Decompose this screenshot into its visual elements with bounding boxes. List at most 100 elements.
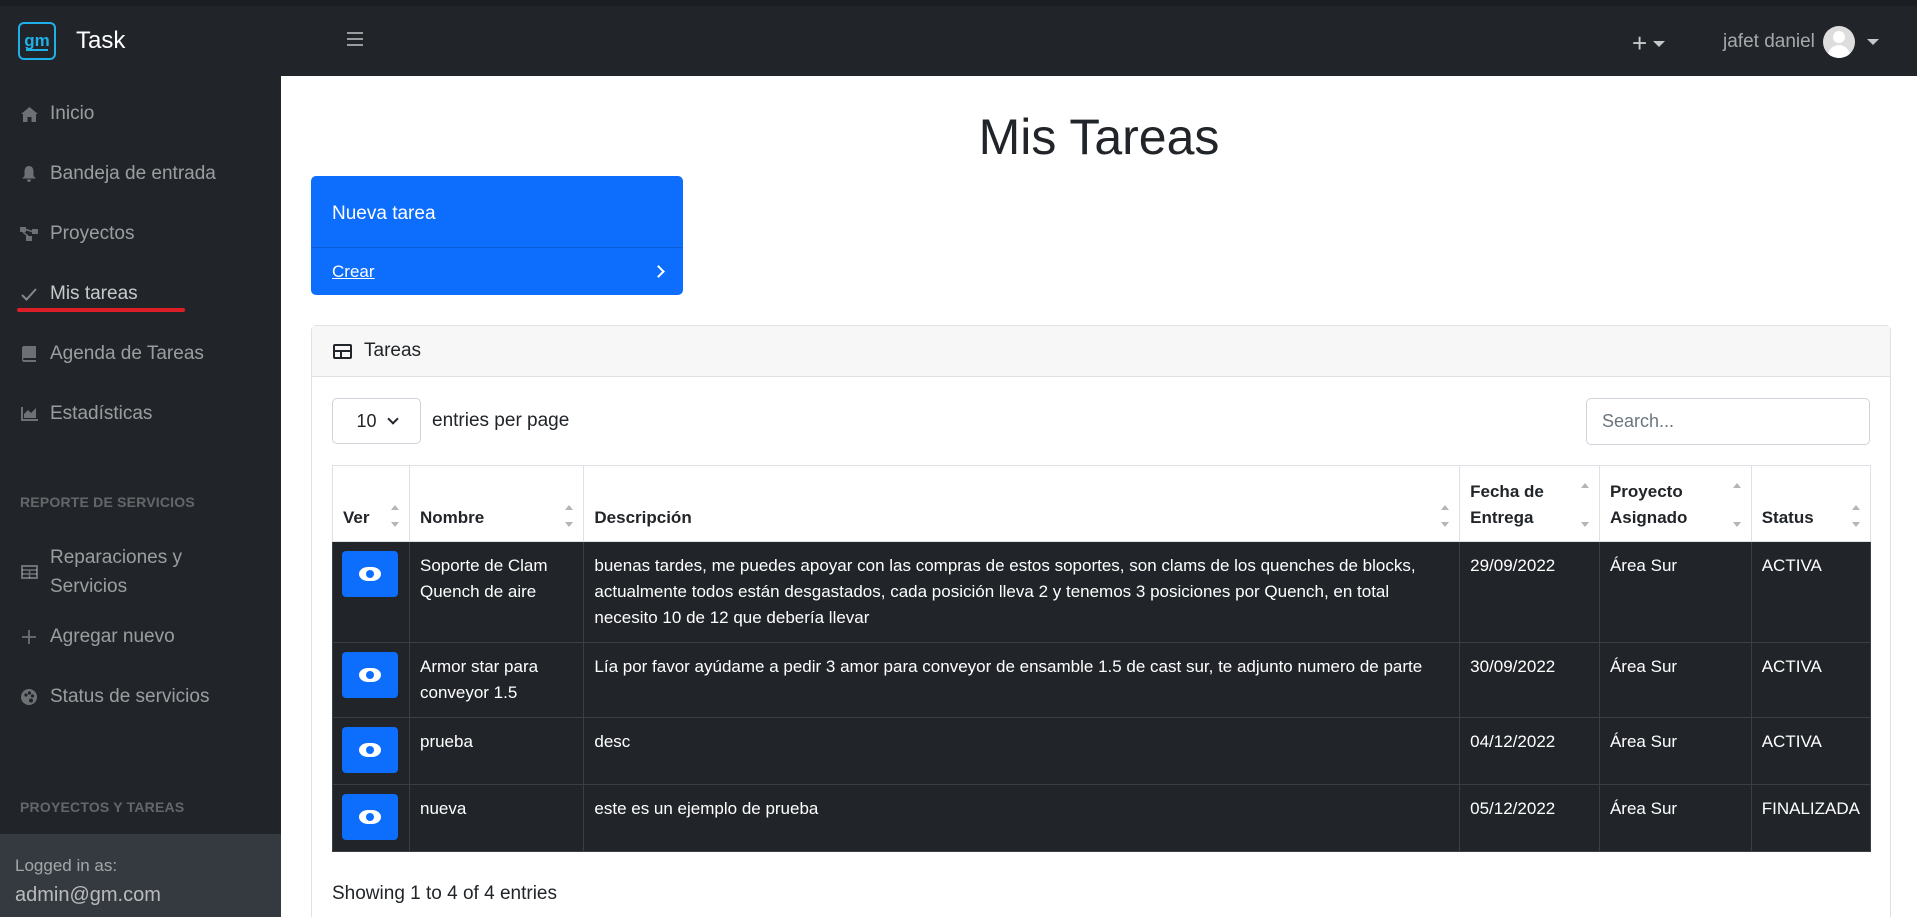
new-task-card: Nueva tarea Crear: [311, 176, 683, 295]
column-header-descripcion[interactable]: Descripción: [583, 465, 1461, 542]
top-navbar: + jafet daniel: [281, 6, 1917, 76]
eye-icon: [359, 668, 381, 682]
proyecto-cell: Área Sur: [1598, 784, 1752, 852]
descripcion-cell: buenas tardes, me puedes apoyar con las …: [583, 541, 1461, 643]
nombre-cell: Armor star para conveyor 1.5: [408, 642, 585, 718]
eye-icon: [359, 743, 381, 757]
status-cell: ACTIVA: [1750, 541, 1872, 643]
chevron-down-icon: [1653, 40, 1666, 47]
user-dropdown[interactable]: jafet daniel: [1723, 26, 1879, 58]
sort-icon: [1441, 505, 1450, 527]
sidebar-item-label: Inicio: [50, 103, 95, 124]
table-row: nueva este es un ejemplo de prueba 05/12…: [332, 784, 1872, 852]
sidebar-item-agregar-nuevo[interactable]: Agregar nuevo: [0, 607, 281, 667]
tasks-table: Ver Nombre Descripción Fecha de Entrega …: [332, 465, 1872, 852]
view-cell: [332, 717, 410, 785]
descripcion-cell: desc: [583, 717, 1461, 785]
view-cell: [332, 541, 410, 643]
sidebar-item-label: Proyectos: [50, 223, 135, 244]
column-header-fecha[interactable]: Fecha de Entrega: [1459, 465, 1600, 542]
logged-in-email: admin@gm.com: [15, 884, 161, 906]
chevron-right-icon: [652, 265, 665, 278]
view-cell: [332, 642, 410, 718]
chevron-down-icon: [386, 412, 399, 425]
view-cell: [332, 784, 410, 852]
view-button[interactable]: [342, 727, 398, 773]
column-label: Nombre: [419, 508, 485, 527]
add-dropdown[interactable]: +: [1632, 28, 1666, 59]
sort-icon: [565, 505, 574, 527]
logged-in-label: Logged in as:: [15, 856, 118, 875]
sidebar-footer: Logged in as: admin@gm.com: [0, 834, 281, 917]
sort-icon: [1580, 483, 1589, 527]
eye-icon: [359, 567, 381, 581]
column-header-ver[interactable]: Ver: [332, 465, 410, 542]
active-underline: [17, 308, 185, 312]
table-row: prueba desc 04/12/2022 Área Sur ACTIVA: [332, 717, 1872, 785]
entries-value: 10: [356, 410, 377, 431]
sidebar-item-mis-tareas[interactable]: Mis tareas: [0, 264, 281, 324]
view-button[interactable]: [342, 652, 398, 698]
sidebar-item-label: Bandeja de entrada: [50, 163, 216, 184]
brand[interactable]: gm Task: [0, 6, 281, 76]
table-row: Soporte de Clam Quench de aire buenas ta…: [332, 541, 1872, 643]
proyecto-cell: Área Sur: [1598, 717, 1752, 785]
fecha-cell: 30/09/2022: [1459, 642, 1600, 718]
column-label: Status: [1761, 508, 1814, 527]
search-input[interactable]: [1586, 398, 1870, 445]
sort-icon: [390, 505, 399, 527]
create-link[interactable]: Crear: [332, 262, 375, 282]
nav-heading-proyectos: PROYECTOS Y TAREAS: [20, 799, 185, 815]
sidebar-item-bandeja[interactable]: Bandeja de entrada: [0, 144, 281, 204]
sidebar-item-proyectos[interactable]: Proyectos: [0, 204, 281, 264]
nombre-cell: nueva: [408, 784, 585, 852]
entries-per-page: 10 entries per page: [332, 398, 569, 444]
view-button[interactable]: [342, 551, 398, 597]
column-label: Ver: [343, 508, 370, 527]
nombre-cell: prueba: [408, 717, 585, 785]
sidebar-item-status-servicios[interactable]: Status de servicios: [0, 667, 281, 727]
sidebar: gm Task Inicio Bandeja de entrada Proyec…: [0, 6, 281, 917]
sidebar-item-agenda[interactable]: Agenda de Tareas: [0, 324, 281, 384]
sort-icon: [1852, 505, 1860, 527]
sidebar-item-label: Estadísticas: [50, 403, 153, 424]
user-name: jafet daniel: [1723, 31, 1815, 52]
sidebar-item-estadisticas[interactable]: Estadísticas: [0, 384, 281, 444]
status-cell: ACTIVA: [1750, 642, 1872, 718]
sidebar-item-label: Status de servicios: [50, 686, 210, 707]
view-button[interactable]: [342, 794, 398, 840]
bell-icon: [20, 166, 38, 182]
column-header-nombre[interactable]: Nombre: [408, 465, 585, 542]
column-header-status[interactable]: Status: [1750, 465, 1872, 542]
column-label: Fecha de Entrega: [1470, 482, 1544, 527]
tasks-card: Tareas 10 entries per page Ver Nombre De…: [311, 325, 1891, 917]
table-icon: [20, 565, 38, 579]
chart-area-icon: [20, 407, 38, 421]
logo-text: gm: [24, 31, 50, 50]
plus-label: +: [1632, 28, 1648, 58]
descripcion-cell: este es un ejemplo de prueba: [583, 784, 1461, 852]
sidebar-item-label: Reparaciones y Servicios: [50, 547, 183, 597]
entries-select[interactable]: 10: [332, 398, 421, 444]
new-task-footer[interactable]: Crear: [311, 247, 683, 295]
sidebar-item-label: Agregar nuevo: [50, 626, 175, 647]
table-row: Armor star para conveyor 1.5 Lía por fav…: [332, 642, 1872, 718]
column-label: Descripción: [594, 508, 692, 527]
avatar: [1822, 26, 1855, 58]
column-header-proyecto[interactable]: Proyecto Asignado: [1598, 465, 1752, 542]
page-title: Mis Tareas: [978, 109, 1220, 165]
descripcion-cell: Lía por favor ayúdame a pedir 3 amor par…: [583, 642, 1461, 718]
eye-icon: [359, 810, 381, 824]
sidebar-item-inicio[interactable]: Inicio: [0, 84, 281, 144]
sidebar-item-reparaciones[interactable]: Reparaciones y Servicios: [0, 537, 281, 607]
book-icon: [20, 346, 38, 362]
fecha-cell: 29/09/2022: [1459, 541, 1600, 643]
nav-heading-servicios: REPORTE DE SERVICIOS: [20, 494, 195, 510]
status-cell: ACTIVA: [1750, 717, 1872, 785]
fecha-cell: 04/12/2022: [1459, 717, 1600, 785]
sidebar-toggle-icon[interactable]: [347, 32, 363, 48]
brand-name: Task: [76, 27, 126, 54]
table-icon: [333, 343, 352, 359]
sidebar-item-label: Agenda de Tareas: [50, 343, 204, 364]
new-task-title: Nueva tarea: [332, 203, 436, 224]
